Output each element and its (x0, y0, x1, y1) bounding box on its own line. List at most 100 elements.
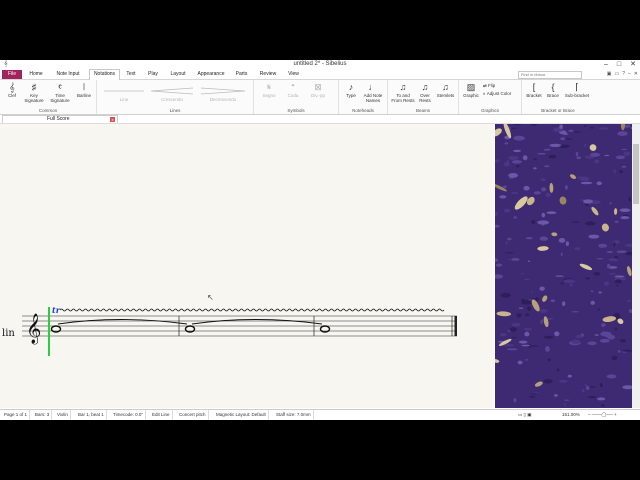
texture-speck (537, 152, 546, 155)
add-note-names-button[interactable]: ♩ Add Note Names (361, 82, 385, 103)
tab-appearance[interactable]: Appearance (195, 70, 227, 79)
texture-speck (525, 237, 533, 240)
texture-speck (588, 234, 600, 239)
segno-button[interactable]: 𝄋 Segno (258, 82, 280, 98)
over-rests-button[interactable]: ♫ Over Rests (416, 82, 434, 103)
tab-notations[interactable]: Notations (89, 69, 120, 80)
tie-1[interactable] (57, 319, 188, 325)
tab-review[interactable]: Review (256, 70, 280, 79)
coda-button[interactable]: 𝄌 Coda (282, 82, 304, 98)
close-icon[interactable]: ✕ (630, 60, 636, 69)
group-symbols-label: Symbols (287, 108, 305, 113)
to-from-rests-button[interactable]: ♫ To and From Rests (391, 82, 415, 103)
texture-speck (504, 252, 514, 254)
time-signature-icon: 𝄴 (57, 82, 63, 92)
tab-full-score[interactable]: Full Score x (2, 115, 118, 123)
texture-speck (529, 395, 536, 398)
status-magnetic-layout[interactable]: Magnetic Layout: Default (214, 410, 269, 420)
texture-speck (617, 131, 628, 136)
adjust-color-button[interactable]: ◐ Adjust Color (483, 91, 519, 96)
texture-speck (564, 399, 570, 401)
texture-speck (568, 129, 574, 132)
status-instrument: Violin (55, 410, 71, 420)
trill-mark[interactable]: tr (52, 305, 61, 315)
textured-side-panel (495, 124, 632, 408)
texture-speck (598, 127, 609, 130)
texture-speck (607, 263, 611, 269)
texture-speck (511, 257, 520, 261)
crescendo-preview[interactable]: Crescendo (147, 86, 197, 102)
time-signature-button[interactable]: 𝄴 Time Signature (48, 82, 72, 103)
adjust-color-label: Adjust Color (486, 91, 512, 96)
key-signature-button[interactable]: ♯ Key Signature (22, 82, 46, 103)
final-barline-thick[interactable] (454, 316, 458, 336)
ribbon: 𝄞 Clef ♯ Key Signature 𝄴 Time Signature … (0, 80, 640, 115)
trill-line[interactable] (59, 308, 445, 312)
stemlets-icon: ♫ (442, 82, 449, 92)
minimize-ribbon-icon[interactable]: – (628, 71, 631, 77)
texture-speck (554, 394, 558, 397)
sub-bracket-button[interactable]: ⌈ Sub-bracket (562, 82, 592, 98)
tab-layout[interactable]: Layout (167, 70, 189, 79)
decrescendo-preview[interactable]: Decrescendo (197, 86, 249, 102)
texture-speck (600, 323, 606, 327)
restore-icon[interactable]: ▭ (615, 71, 620, 77)
texture-speck (506, 160, 509, 164)
ribbon-tabs: File Home Note Input Notations Text Play… (0, 69, 640, 80)
maximize-icon[interactable]: □ (617, 60, 621, 69)
texture-speck (508, 173, 518, 178)
tab-home[interactable]: Home (26, 70, 46, 79)
save-icon[interactable]: ▣ (607, 71, 612, 77)
clef-button[interactable]: 𝄞 Clef (3, 82, 21, 98)
line-preview[interactable]: Line (100, 86, 148, 102)
texture-speck (613, 169, 616, 174)
texture-speck (513, 149, 521, 153)
tab-parts[interactable]: Parts (233, 70, 250, 79)
group-graphics: ▨ Graphic ⇄ Flip ◐ Adjust Color Graphics (459, 80, 522, 114)
close-tab-icon[interactable]: x (110, 117, 115, 122)
texture-speck (518, 307, 524, 309)
texture-speck (521, 344, 531, 347)
texture-speck (593, 272, 601, 276)
texture-speck (531, 290, 534, 293)
brace-button[interactable]: { Brace (545, 82, 561, 98)
zoom-slider[interactable]: – ───◯── + (586, 410, 619, 420)
texture-speck (519, 273, 525, 275)
over-rests-label: Over Rests (419, 93, 431, 103)
barline-button[interactable]: 𝄁 Barline (74, 82, 94, 98)
tab-file[interactable]: File (2, 70, 22, 79)
score-paper[interactable]: 𝄞 tr lin ↖ (0, 124, 494, 408)
bracket-button[interactable]: [ Bracket (524, 82, 544, 98)
div-button[interactable]: ⊠ Div.-pp (306, 82, 330, 98)
tab-note-input[interactable]: Note Input (53, 70, 83, 79)
texture-speck (550, 299, 556, 303)
group-noteheads: ♪ Type ♩ Add Note Names Noteheads (339, 80, 388, 114)
score-svg: 𝄞 tr lin ↖ (2, 293, 458, 356)
close-document-icon[interactable]: ✕ (634, 71, 638, 77)
group-symbols: 𝄋 Segno 𝄌 Coda ⊠ Div.-pp Symbols (254, 80, 339, 114)
texture-speck (558, 380, 568, 383)
graphic-button[interactable]: ▨ Graphic (461, 82, 481, 98)
stemlets-button[interactable]: ♫ Stemlets (435, 82, 456, 98)
instrument-name[interactable]: lin (2, 328, 15, 339)
tie-2[interactable] (191, 319, 323, 325)
notehead-type-button[interactable]: ♪ Type (342, 82, 360, 98)
help-icon[interactable]: ? (622, 71, 625, 77)
tab-view[interactable]: View (285, 70, 302, 79)
texture-speck (505, 241, 508, 245)
minimize-icon[interactable]: – (604, 60, 608, 69)
status-concert-pitch[interactable]: Concert pitch (177, 410, 209, 420)
texture-speck (599, 338, 610, 343)
view-mode-icons[interactable]: ▭ ▯ ▣ (516, 410, 533, 420)
tab-play[interactable]: Play (144, 70, 162, 79)
treble-clef-icon[interactable]: 𝄞 (26, 313, 41, 345)
flip-button[interactable]: ⇄ Flip (483, 83, 519, 88)
texture-speck (621, 148, 627, 151)
texture-speck (581, 388, 585, 393)
vertical-scroll-thumb[interactable] (633, 144, 639, 204)
tab-text[interactable]: Text (123, 70, 139, 79)
status-timecode: Timecode: 0.0" (111, 410, 146, 420)
find-in-ribbon-input[interactable]: Find in ribbon (518, 71, 582, 79)
texture-speck (613, 242, 616, 247)
vertical-scrollbar[interactable] (632, 124, 640, 408)
